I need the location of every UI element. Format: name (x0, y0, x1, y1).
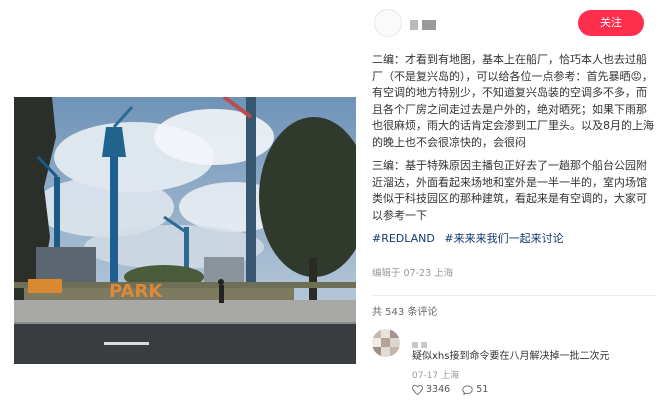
image-panel: PARK (0, 0, 358, 402)
post-paragraph-2: 三编：基于特殊原因主播包正好去了一趟那个船台公园附近溜达，外面看起来场地和室外是… (372, 159, 647, 222)
comments-count: 共 543 条评论 (372, 307, 438, 318)
post-content: 二编：才看到有地图，基本上在船厂，恰巧本人也去过船厂（不是复兴岛的），可以给各位… (372, 52, 654, 248)
comment-time: 07-17 上海 (412, 371, 460, 381)
author-avatar[interactable] (374, 9, 402, 37)
hashtag-discuss[interactable]: #来来来我们一起来讨论 (444, 232, 563, 245)
comment-text: 疑似xhs接到命令要在八月解决掉一批二次元 (412, 351, 610, 362)
like-button[interactable]: 3346 (412, 384, 450, 395)
post-edit-meta: 编辑于 07-23 上海 (372, 268, 454, 279)
reply-count: 51 (476, 384, 489, 395)
post-detail-panel: 关注 二编：才看到有地图，基本上在船厂，恰巧本人也去过船厂（不是复兴岛的），可以… (358, 0, 660, 402)
commenter-name-obscured[interactable] (412, 333, 452, 348)
post-photo[interactable]: PARK (14, 97, 356, 364)
shipyard-park-photo: PARK (14, 97, 356, 364)
comment-item: 疑似xhs接到命令要在八月解决掉一批二次元 07-17 上海 3346 51 (372, 329, 656, 399)
heart-icon (412, 384, 423, 395)
hashtag-list: #REDLAND #来来来我们一起来讨论 (372, 231, 654, 248)
comment-bubble-icon (462, 384, 473, 395)
follow-button[interactable]: 关注 (578, 10, 644, 36)
commenter-avatar-obscured[interactable] (372, 329, 400, 357)
post-paragraph-1: 二编：才看到有地图，基本上在船厂，恰巧本人也去过船厂（不是复兴岛的），可以给各位… (372, 53, 654, 149)
reply-button[interactable]: 51 (462, 384, 488, 395)
comment-actions: 3346 51 (412, 384, 488, 395)
author-name-obscured[interactable] (410, 14, 456, 30)
post-header: 关注 (358, 0, 660, 46)
hashtag-redland[interactable]: #REDLAND (372, 232, 435, 245)
like-count: 3346 (426, 384, 451, 395)
divider (372, 295, 656, 296)
park-sign-text: PARK (109, 281, 163, 302)
